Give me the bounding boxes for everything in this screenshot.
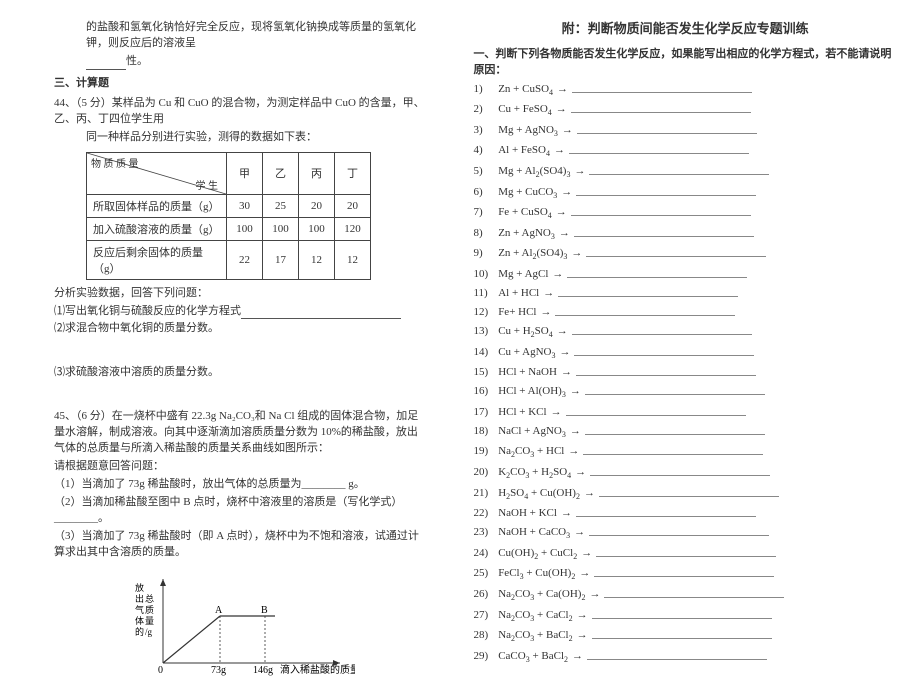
section-3-title: 三、计算题: [54, 76, 425, 92]
q44-head2: 同一种样品分别进行实验，测得的数据如下表：: [54, 130, 425, 146]
q44-data-table: 物 质 质 量 学 生 甲 乙 丙 丁 所取固体样品的质量（g） 3025202…: [86, 152, 371, 280]
reaction-item: 7) Fe + CuSO4→: [473, 204, 896, 223]
reaction-item: 26) Na2CO3 + Ca(OH)2→: [473, 586, 896, 605]
table-row: 反应后剩余固体的质量（g） 22171212: [87, 240, 371, 279]
svg-text:质: 质: [145, 604, 154, 615]
svg-text:146g: 146g: [253, 665, 273, 676]
q44-head: 44、（5 分）某样品为 Cu 和 CuO 的混合物，为测定样品中 CuO 的含…: [54, 96, 425, 128]
q44-sub3: ⑶求硫酸溶液中溶质的质量分数。: [54, 365, 425, 381]
reaction-item: 10) Mg + AgCl→: [473, 266, 896, 283]
reaction-item: 27) Na2CO3 + CaCl2→: [473, 607, 896, 626]
reaction-item: 17) HCl + KCl→: [473, 404, 896, 421]
reaction-item: 8) Zn + AgNO3→: [473, 225, 896, 244]
reaction-item: 15) HCl + NaOH→: [473, 364, 896, 381]
svg-text:气: 气: [135, 604, 144, 615]
reaction-item: 22) NaOH + KCl→: [473, 505, 896, 522]
table-row: 所取固体样品的质量（g） 30252020: [87, 194, 371, 217]
reaction-item: 18) NaCl + AgNO3→: [473, 423, 896, 442]
q45-prompt: 请根据题意回答问题：: [54, 459, 425, 475]
table-row: 加入硫酸溶液的质量（g） 100100100120: [87, 217, 371, 240]
reaction-list: 1) Zn + CuSO4→2) Cu + FeSO4→ 3) Mg + AgNO…: [473, 81, 896, 667]
q44-after: 分析实验数据，回答下列问题：: [54, 286, 425, 302]
svg-text:总: 总: [145, 593, 154, 604]
reaction-item: 2) Cu + FeSO4→: [473, 101, 896, 120]
prev-question-tail: 的盐酸和氢氧化钠恰好完全反应，现将氢氧化钠换成等质量的氢氧化钾，则反应后的溶液呈: [54, 20, 425, 52]
reaction-item: 25) FeCl3 + Cu(OH)2→: [473, 565, 896, 584]
svg-text:73g: 73g: [211, 665, 226, 676]
reaction-item: 6) Mg + CuCO3→: [473, 184, 896, 203]
svg-text:量: 量: [145, 616, 154, 626]
reaction-item: 4) Al + FeSO4→: [473, 142, 896, 161]
q44-sub1: ⑴写出氧化铜与硫酸反应的化学方程式: [54, 304, 425, 320]
svg-text:出: 出: [135, 593, 144, 604]
svg-text:A: A: [215, 605, 223, 616]
svg-text:体: 体: [135, 615, 144, 626]
reaction-item: 9) Zn + Al2(SO4)3→: [473, 245, 896, 264]
reaction-item: 24) Cu(OH)2 + CuCl2→: [473, 545, 896, 564]
reaction-item: 13) Cu + H2SO4→: [473, 323, 896, 342]
reaction-item: 23) NaOH + CaCO3→: [473, 524, 896, 543]
reaction-item: 21) H2SO4 + Cu(OH)2→: [473, 485, 896, 504]
reaction-item: 14) Cu + AgNO3→: [473, 344, 896, 363]
svg-text:滴入稀盐酸的质量/g: 滴入稀盐酸的质量/g: [280, 663, 355, 676]
reaction-item: 20) K2CO3 + H2SO4→: [473, 464, 896, 483]
svg-text:0: 0: [158, 665, 163, 676]
appendix-title: 附：判断物质间能否发生化学反应专题训练: [473, 20, 896, 39]
reaction-item: 11) Al + HCl→: [473, 285, 896, 302]
q45-sub2: （2）当滴加稀盐酸至图中 B 点时，烧杯中溶液里的溶质是（写化学式）______…: [54, 495, 425, 527]
svg-text:的: 的: [135, 626, 144, 637]
q44-sub2: ⑵求混合物中氧化铜的质量分数。: [54, 321, 425, 337]
chart-ylabel: 放: [135, 582, 144, 593]
reaction-item: 12) Fe+ HCl→: [473, 304, 896, 321]
q45-sub3: （3）当滴加了 73g 稀盐酸时（即 A 点时），烧杯中为不饱和溶液，试通过计算…: [54, 529, 425, 561]
reaction-item: 1) Zn + CuSO4→: [473, 81, 896, 100]
q45-head: 45、（6 分）在一烧杯中盛有 22.3g Na₂CO₃和 Na Cl 组成的固…: [54, 409, 425, 457]
reaction-item: 16) HCl + Al(OH)3→: [473, 383, 896, 402]
svg-text:/g: /g: [145, 627, 153, 637]
q45-chart: 放 出 气 体 的 总 质 量 /g A B 0 73g 146g 滴入稀盐酸的…: [125, 571, 355, 681]
appendix-instr: 一、判断下列各物质能否发生化学反应，如果能写出相应的化学方程式，若不能请说明原因…: [473, 47, 896, 79]
q45-sub1: （1）当滴加了 73g 稀盐酸时，放出气体的总质量为________ g。: [54, 477, 425, 493]
svg-text:B: B: [261, 605, 268, 616]
reaction-item: 19) Na2CO3 + HCl→: [473, 443, 896, 462]
prev-question-tail2: 性。: [54, 54, 425, 70]
reaction-item: 3) Mg + AgNO3→: [473, 122, 896, 141]
reaction-item: 28) Na2CO3 + BaCl2→: [473, 627, 896, 646]
reaction-item: 5) Mg + Al2(SO4)3→: [473, 163, 896, 182]
reaction-item: 29) CaCO3 + BaCl2→: [473, 648, 896, 667]
